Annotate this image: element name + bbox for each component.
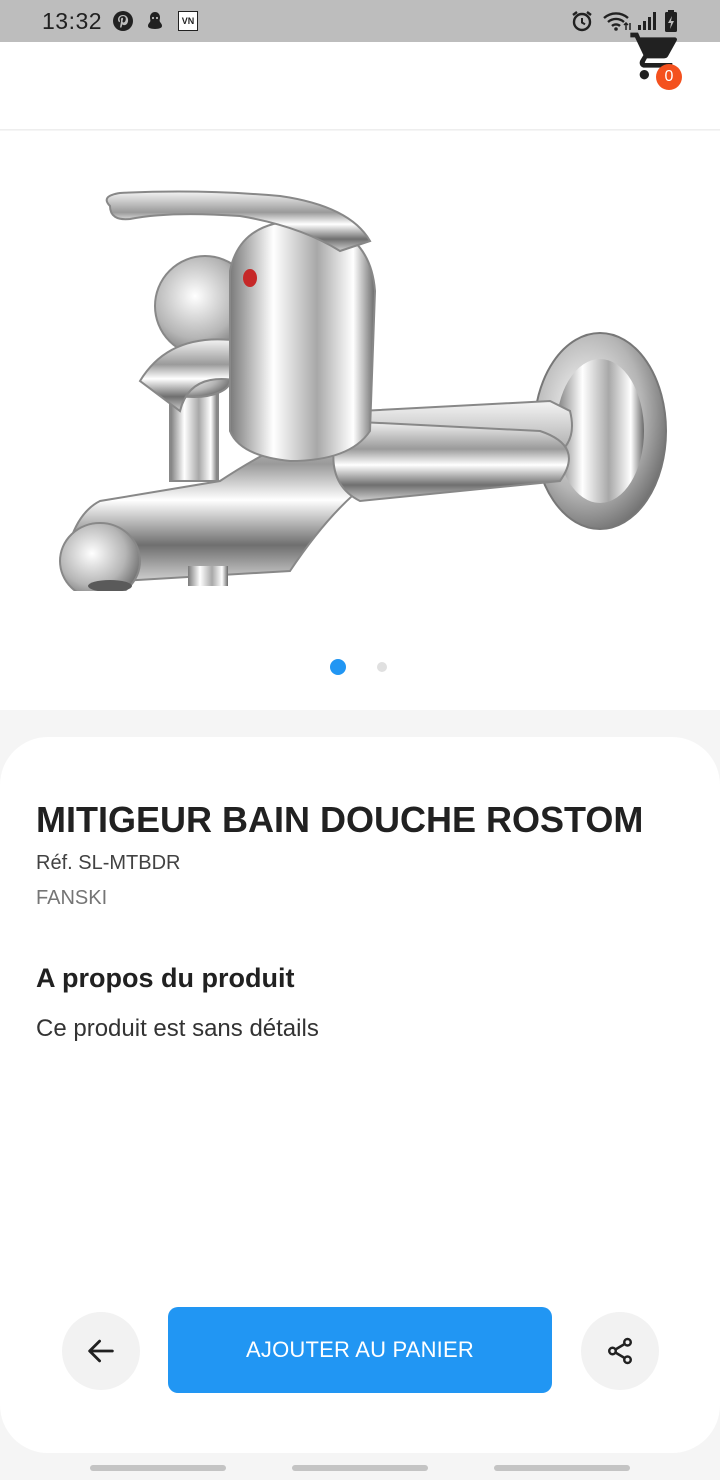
nav-handle-center	[292, 1465, 428, 1471]
carousel-dot[interactable]	[377, 662, 387, 672]
pinterest-icon	[112, 10, 134, 32]
share-icon	[608, 1337, 632, 1365]
app-bar	[0, 42, 720, 130]
nav-handle-right	[494, 1465, 630, 1471]
status-bar: 13:32 VN	[0, 0, 720, 42]
back-button[interactable]	[62, 1312, 140, 1390]
product-reference: Réf. SL-MTBDR	[36, 852, 181, 874]
status-time: 13:32	[42, 8, 103, 34]
cart-count-badge: 0	[656, 64, 682, 90]
carousel-dot-active[interactable]	[330, 659, 346, 675]
add-to-cart-button[interactable]: AJOUTER AU PANIER	[168, 1307, 552, 1393]
product-name: MITIGEUR BAIN DOUCHE ROSTOM	[36, 799, 644, 840]
share-button[interactable]	[581, 1312, 659, 1390]
product-image-carousel[interactable]	[0, 131, 720, 710]
nav-handle-left	[90, 1465, 226, 1471]
product-details-card: MITIGEUR BAIN DOUCHE ROSTOM Réf. SL-MTBD…	[0, 737, 720, 1453]
mixer-faucet-image	[40, 181, 680, 600]
vn-app-icon: VN	[178, 11, 198, 31]
ghost-app-icon	[144, 10, 166, 32]
arrow-left-icon	[88, 1339, 114, 1363]
product-brand: FANSKI	[36, 887, 108, 909]
vn-label: VN	[181, 16, 195, 26]
alarm-icon	[570, 10, 594, 32]
about-heading: A propos du produit	[36, 963, 295, 993]
about-text: Ce produit est sans détails	[36, 1015, 319, 1042]
